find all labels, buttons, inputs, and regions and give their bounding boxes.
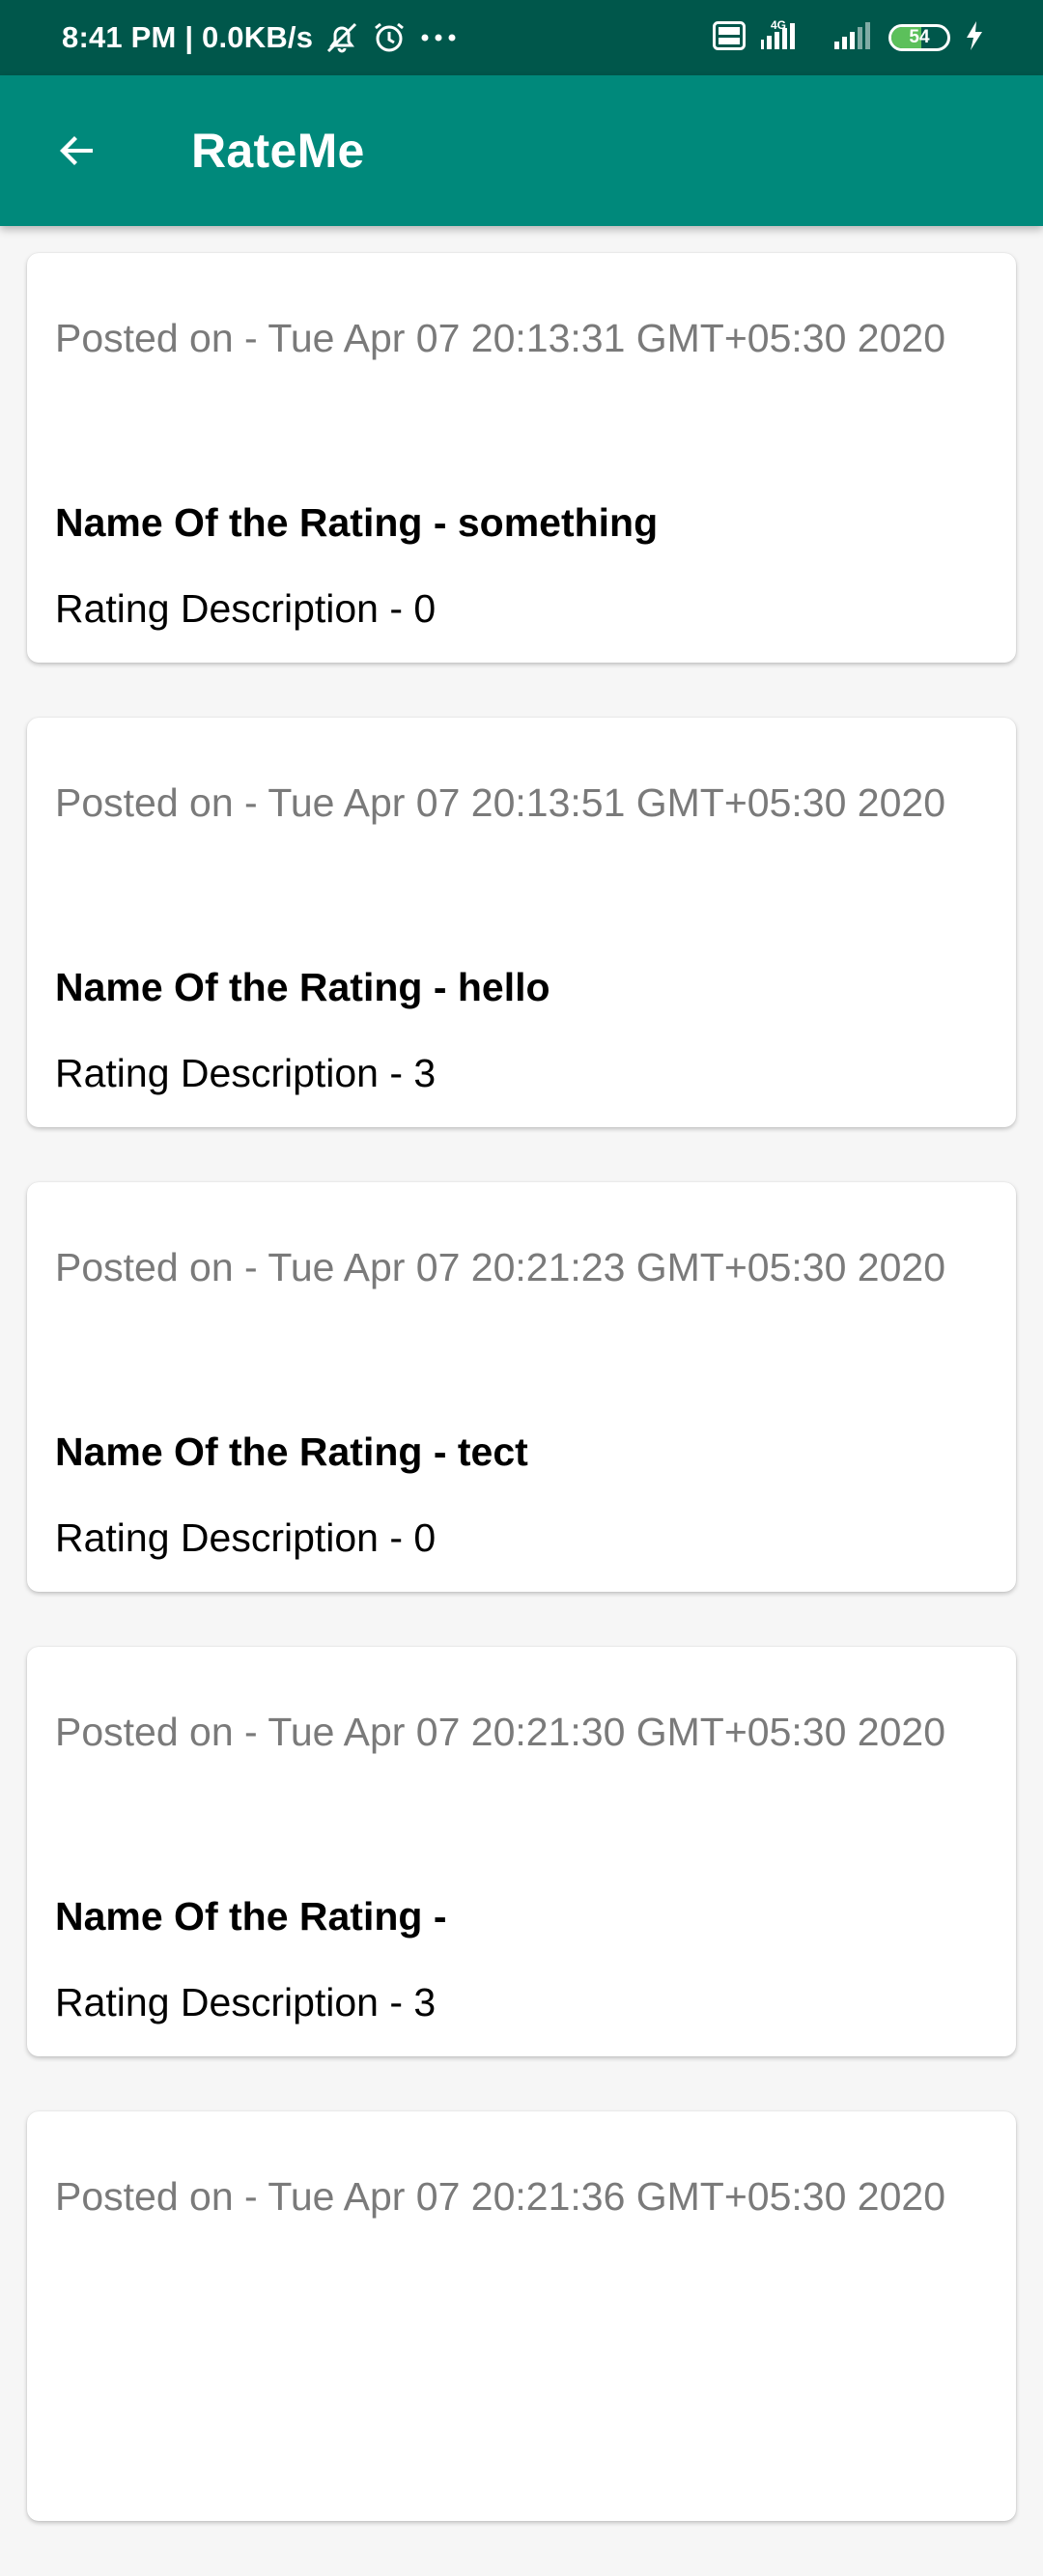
rating-card[interactable]: Posted on - Tue Apr 07 20:21:36 GMT+05:3… [27,2111,1016,2521]
rating-description: Rating Description - 3 [55,1980,437,2024]
app-bar: RateMe [0,75,1043,226]
volte-icon [713,20,746,55]
battery-level: 54 [909,27,930,47]
mute-bell-icon [323,20,361,55]
more-dots-icon [417,20,460,55]
app-title: RateMe [191,124,365,178]
ratings-list[interactable]: Posted on - Tue Apr 07 20:13:31 GMT+05:3… [27,253,1016,2576]
alarm-clock-icon [371,20,408,55]
rating-name: Name Of the Rating - [55,1894,447,1939]
status-time: 8:41 PM | 0.0KB/s [62,20,314,54]
rating-card[interactable]: Posted on - Tue Apr 07 20:21:30 GMT+05:3… [27,1647,1016,2056]
battery-icon: 54 [888,24,950,51]
rating-card[interactable]: Posted on - Tue Apr 07 20:21:23 GMT+05:3… [27,1182,1016,1592]
posted-date: Posted on - Tue Apr 07 20:13:31 GMT+05:3… [55,316,945,360]
rating-description: Rating Description - 0 [55,1515,437,1560]
rating-card[interactable]: Posted on - Tue Apr 07 20:13:31 GMT+05:3… [27,253,1016,663]
signal-icon [832,18,875,58]
charging-icon [964,19,985,57]
back-button[interactable] [50,124,104,178]
posted-date: Posted on - Tue Apr 07 20:21:36 GMT+05:3… [55,2174,945,2219]
rating-description: Rating Description - 0 [55,586,437,631]
arrow-back-icon [60,136,93,165]
rating-name: Name Of the Rating - tect [55,1430,528,1474]
rating-card[interactable]: Posted on - Tue Apr 07 20:13:51 GMT+05:3… [27,718,1016,1127]
rating-description: Rating Description - 3 [55,1051,437,1095]
posted-date: Posted on - Tue Apr 07 20:13:51 GMT+05:3… [55,780,945,825]
status-left: 8:41 PM | 0.0KB/s [62,20,460,55]
posted-date: Posted on - Tue Apr 07 20:21:23 GMT+05:3… [55,1245,945,1289]
status-bar: 8:41 PM | 0.0KB/s 4G 54 [0,0,1043,75]
rating-name: Name Of the Rating - something [55,500,659,545]
signal-4g-icon: 4G [759,18,819,58]
posted-date: Posted on - Tue Apr 07 20:21:30 GMT+05:3… [55,1710,945,1754]
rating-name: Name Of the Rating - hello [55,965,550,1009]
status-right: 4G 54 [713,18,985,58]
